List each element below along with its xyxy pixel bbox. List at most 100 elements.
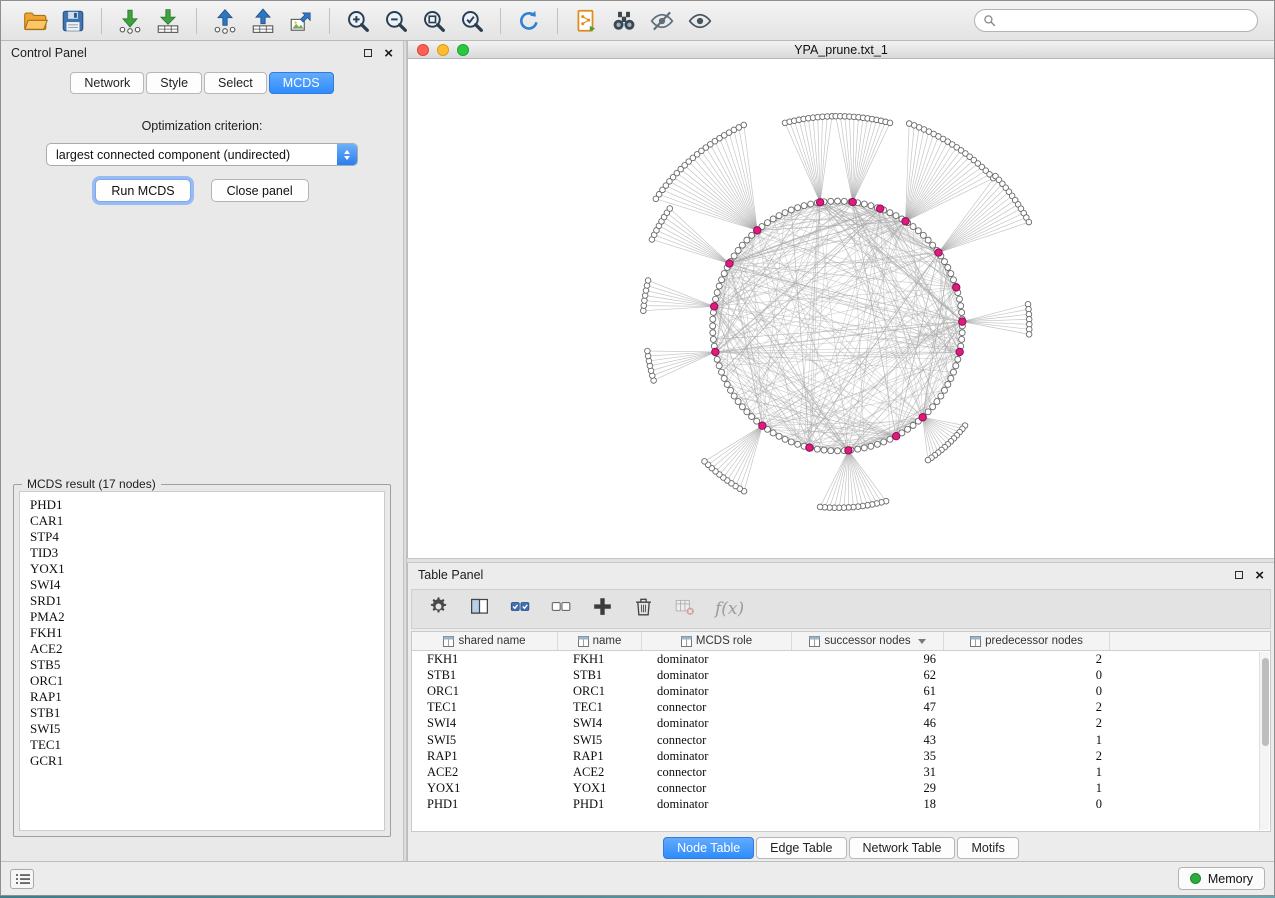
table-row[interactable]: PHD1PHD1dominator180 [412,797,1270,813]
tab-select[interactable]: Select [204,72,267,94]
scrollbar-thumb[interactable] [1262,658,1269,746]
column-header-predecessor-nodes[interactable]: predecessor nodes [944,632,1110,650]
mcds-list-item[interactable]: SWI5 [30,721,384,737]
table-row[interactable]: TEC1TEC1connector472 [412,700,1270,716]
mcds-list-item[interactable]: ORC1 [30,673,384,689]
tab-motifs[interactable]: Motifs [957,837,1018,859]
zoom-selected-button[interactable] [456,5,488,37]
tab-network[interactable]: Network [70,72,144,94]
close-panel-icon[interactable]: × [384,46,393,61]
delete-table-button[interactable] [674,596,695,622]
run-mcds-button[interactable]: Run MCDS [95,179,190,202]
mcds-list-item[interactable]: CAR1 [30,513,384,529]
import-table-button[interactable] [152,5,184,37]
table-row[interactable]: FKH1FKH1dominator962 [412,651,1270,667]
find-button[interactable] [608,5,640,37]
export-table-button[interactable] [247,5,279,37]
table-row[interactable]: RAP1RAP1dominator352 [412,748,1270,764]
tab-style[interactable]: Style [146,72,202,94]
float-panel-icon[interactable] [364,49,372,57]
cell-name: TEC1 [558,700,642,715]
task-history-button[interactable] [10,869,34,889]
tab-mcds[interactable]: MCDS [269,72,334,94]
mcds-list-item[interactable]: YOX1 [30,561,384,577]
zoom-in-button[interactable] [342,5,374,37]
export-network-button[interactable] [209,5,241,37]
mcds-list-item[interactable]: PMA2 [30,609,384,625]
cell-mcds-role: dominator [642,668,792,683]
mcds-list-item[interactable]: RAP1 [30,689,384,705]
table-row[interactable]: SWI4SWI4dominator462 [412,716,1270,732]
table-scrollbar[interactable] [1259,652,1269,830]
mcds-list-item[interactable]: STB1 [30,705,384,721]
table-row[interactable]: SWI5SWI5connector431 [412,732,1270,748]
tab-edge-table[interactable]: Edge Table [756,837,846,859]
control-panel-body: Optimization criterion: largest connecte… [1,103,403,861]
table-row[interactable]: YOX1YOX1connector291 [412,781,1270,797]
columns-icon [469,596,490,617]
save-session-button[interactable] [57,5,89,37]
column-header-successor-nodes[interactable]: successor nodes [792,632,944,650]
column-header-name[interactable]: name [558,632,642,650]
control-panel-tabs: NetworkStyleSelectMCDS [1,65,403,103]
close-panel-button[interactable]: Close panel [211,179,309,202]
mcds-result-list[interactable]: PHD1CAR1STP4TID3YOX1SWI4SRD1PMA2FKH1ACE2… [19,491,385,831]
mcds-list-item[interactable]: SWI4 [30,577,384,593]
select-all-button[interactable] [510,596,531,622]
table-row[interactable]: ACE2ACE2connector311 [412,764,1270,780]
criterion-dropdown[interactable]: largest connected component (undirected) [46,143,358,166]
network-graph [408,59,1274,558]
table-panel: Table Panel × [407,563,1274,861]
tab-node-table[interactable]: Node Table [663,837,754,859]
memory-button[interactable]: Memory [1178,867,1265,890]
close-panel-icon[interactable]: × [1255,568,1264,583]
mcds-list-item[interactable]: SRD1 [30,593,384,609]
hide-graphics-button[interactable] [646,5,678,37]
float-panel-icon[interactable] [1235,571,1243,579]
column-header-mcds-role[interactable]: MCDS role [642,632,792,650]
add-column-button[interactable] [592,596,613,622]
cell-successor-nodes: 29 [792,781,944,796]
open-session-button[interactable] [19,5,51,37]
network-canvas[interactable] [408,59,1274,558]
export-image-button[interactable] [285,5,317,37]
mcds-list-item[interactable]: STP4 [30,529,384,545]
cell-successor-nodes: 62 [792,668,944,683]
search-input[interactable] [1001,13,1249,29]
column-header-shared-name[interactable]: shared name [412,632,558,650]
mcds-list-item[interactable]: PHD1 [30,497,384,513]
delete-column-button[interactable] [633,596,654,622]
refresh-button[interactable] [513,5,545,37]
import-network-button[interactable] [114,5,146,37]
cell-mcds-role: dominator [642,749,792,764]
tab-network-table[interactable]: Network Table [849,837,956,859]
table-settings-button[interactable] [428,596,449,622]
toolbar-separator [557,8,558,34]
cell-shared-name: TEC1 [412,700,558,715]
trash-icon [633,596,654,617]
mcds-list-item[interactable]: TEC1 [30,737,384,753]
show-graphics-button[interactable] [684,5,716,37]
zoom-fit-button[interactable] [418,5,450,37]
mcds-list-item[interactable]: GCR1 [30,753,384,769]
mcds-list-item[interactable]: TID3 [30,545,384,561]
mcds-list-item[interactable]: FKH1 [30,625,384,641]
cell-predecessor-nodes: 2 [944,652,1110,667]
share-document-button[interactable] [570,5,602,37]
export-table-icon [250,8,276,34]
function-builder-button[interactable]: f(x) [715,599,744,619]
mcds-list-item[interactable]: ACE2 [30,641,384,657]
cell-shared-name: ACE2 [412,765,558,780]
table-row[interactable]: STB1STB1dominator620 [412,667,1270,683]
show-columns-button[interactable] [469,596,490,622]
cell-successor-nodes: 46 [792,716,944,731]
list-icon [15,872,31,886]
zoom-out-button[interactable] [380,5,412,37]
search-field[interactable] [974,9,1258,32]
mcds-list-item[interactable]: STB5 [30,657,384,673]
table-row[interactable]: ORC1ORC1dominator610 [412,683,1270,699]
search-icon [983,14,996,27]
deselect-all-button[interactable] [551,596,572,622]
cell-name: STB1 [558,668,642,683]
zoom-fit-icon [421,8,447,34]
